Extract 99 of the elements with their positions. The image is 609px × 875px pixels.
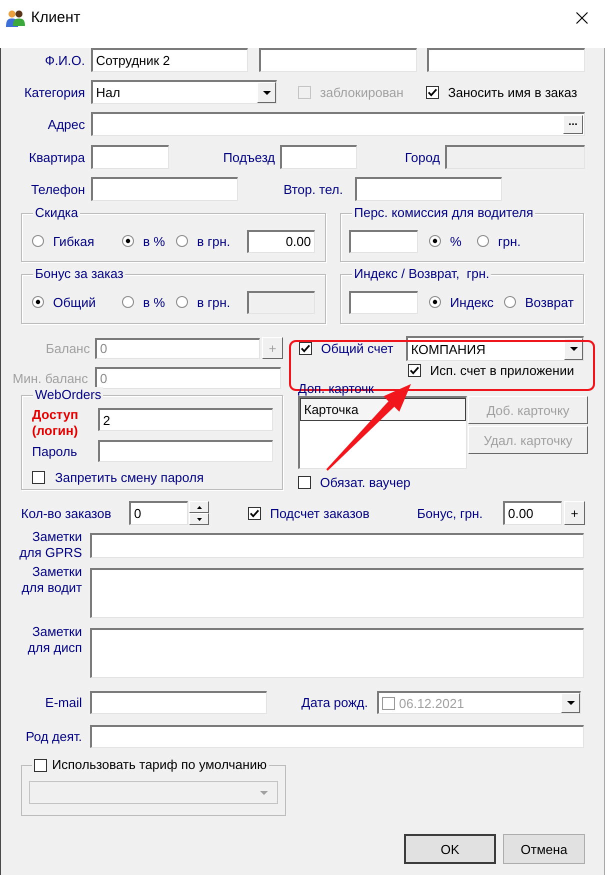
field-label: Втор. тел. xyxy=(283,182,343,196)
field-label: Квартира xyxy=(28,150,85,164)
email-field[interactable] xyxy=(90,691,267,714)
caret-down-icon xyxy=(260,790,268,794)
notes-field[interactable] xyxy=(90,568,584,618)
field-label: Заметки для дисп xyxy=(26,624,82,656)
field-label: Пароль xyxy=(32,444,78,458)
text-field[interactable] xyxy=(280,145,357,169)
caret-down-icon xyxy=(262,90,270,94)
number-field[interactable]: 0.00 xyxy=(503,501,562,525)
radio-button[interactable] xyxy=(32,235,44,247)
users-icon xyxy=(6,10,25,26)
radio-button[interactable] xyxy=(176,235,188,247)
dropdown[interactable]: КОМПАНИЯ xyxy=(406,336,584,361)
browse-button[interactable]: ... xyxy=(563,115,583,134)
text-field[interactable] xyxy=(259,48,417,72)
radio-label: Возврат xyxy=(525,294,574,310)
text-field[interactable] xyxy=(355,177,502,201)
password-field[interactable] xyxy=(98,440,273,462)
text-field[interactable] xyxy=(427,48,585,72)
field-label: Адрес xyxy=(48,116,85,132)
field-label: Род деят. xyxy=(26,729,82,744)
field-label: Категория xyxy=(24,84,85,100)
radio-label: в грн. xyxy=(197,234,230,248)
radio-button[interactable] xyxy=(122,235,134,247)
field-label: Город xyxy=(404,150,440,164)
text-field[interactable] xyxy=(90,725,584,748)
radio-button[interactable] xyxy=(429,296,441,308)
notes-field[interactable] xyxy=(90,628,584,678)
checkbox[interactable] xyxy=(408,364,421,377)
spin-up-button[interactable] xyxy=(189,501,209,513)
radio-button[interactable] xyxy=(504,296,516,308)
group-title: Скидка xyxy=(33,205,80,221)
radio-label: грн. xyxy=(498,234,521,248)
text-field[interactable] xyxy=(91,145,169,169)
dropdown[interactable]: Нал xyxy=(91,80,277,104)
field-label: Доступ (логин) xyxy=(32,407,80,439)
card-list[interactable]: Карточка xyxy=(298,396,467,469)
caret-down-icon xyxy=(566,701,574,705)
group-title: Перс. комиссия для водителя xyxy=(352,205,536,221)
field-label: Заметки для водит xyxy=(20,564,82,596)
field-label: Подъезд xyxy=(223,150,275,164)
checkbox-label: Исп. счет в приложении xyxy=(430,363,574,378)
dropdown-button[interactable] xyxy=(564,338,583,360)
checkbox-label: Обязат. ваучер xyxy=(320,474,411,490)
group-title: Индекс / Возврат, грн. xyxy=(352,266,492,282)
checkbox[interactable] xyxy=(248,506,261,520)
number-field[interactable]: 0.00 xyxy=(247,230,315,252)
radio-button[interactable] xyxy=(429,235,441,247)
text-field[interactable] xyxy=(91,177,238,201)
radio-label: Гибкая xyxy=(53,234,94,248)
checkbox[interactable] xyxy=(299,342,312,355)
column-header[interactable]: Карточка xyxy=(300,398,466,421)
checkbox-label: Общий счет xyxy=(321,341,394,356)
checkbox-label: Использовать тариф по умолчанию xyxy=(52,757,267,773)
text-field[interactable]: Сотрудник 2 xyxy=(91,48,248,72)
checkbox-label: заблокирован xyxy=(320,84,404,100)
cancel-button[interactable]: Отмена xyxy=(503,834,585,864)
spin-down-button[interactable] xyxy=(189,513,209,525)
text-field[interactable]: ... xyxy=(91,112,585,136)
field-label: Мин. баланс xyxy=(12,370,88,386)
group-title: Бонус за заказ xyxy=(33,266,126,282)
checkbox-label: Подсчет заказов xyxy=(270,506,370,520)
radio-label: в % xyxy=(143,234,166,248)
close-icon[interactable] xyxy=(576,12,588,24)
radio-label: Общий xyxy=(53,294,96,310)
field-label: Дата рожд. xyxy=(301,695,368,710)
dropdown-button[interactable] xyxy=(561,693,580,713)
radio-button[interactable] xyxy=(477,235,489,247)
caret-down-icon xyxy=(570,347,578,351)
checkbox[interactable] xyxy=(382,696,395,710)
caret-up-icon xyxy=(196,506,202,508)
checkbox[interactable] xyxy=(426,86,439,98)
field-label: E-mail xyxy=(45,695,82,710)
text-field[interactable]: 2 xyxy=(98,408,273,431)
radio-label: % xyxy=(450,234,462,248)
checkbox-label: Заносить имя в заказ xyxy=(448,84,578,100)
field-label: Ф.И.О. xyxy=(44,52,85,68)
radio-label: Индекс xyxy=(450,294,494,310)
radio-label: в грн. xyxy=(197,294,230,310)
number-field[interactable]: 0 xyxy=(129,501,188,525)
dropdown-button[interactable] xyxy=(257,82,276,103)
checkbox[interactable] xyxy=(34,758,47,772)
field-label: Баланс xyxy=(46,340,90,356)
add-button[interactable]: + xyxy=(564,501,585,525)
caret-down-icon xyxy=(196,518,202,520)
field-label: Телефон xyxy=(31,182,85,196)
window-title: Клиент xyxy=(31,9,80,27)
field-label: Кол-во заказов xyxy=(21,506,112,520)
ok-button[interactable]: OK xyxy=(404,834,496,864)
notes-field[interactable] xyxy=(90,533,584,558)
field-label: Заметки для GPRS xyxy=(18,529,82,561)
text-field[interactable] xyxy=(349,230,418,252)
field-label: Бонус, грн. xyxy=(417,506,483,520)
checkbox[interactable] xyxy=(32,470,45,484)
text-field[interactable] xyxy=(349,290,418,314)
checkbox-label: Запретить смену пароля xyxy=(55,470,204,484)
radio-label: в % xyxy=(143,294,166,310)
checkbox[interactable] xyxy=(298,476,311,488)
